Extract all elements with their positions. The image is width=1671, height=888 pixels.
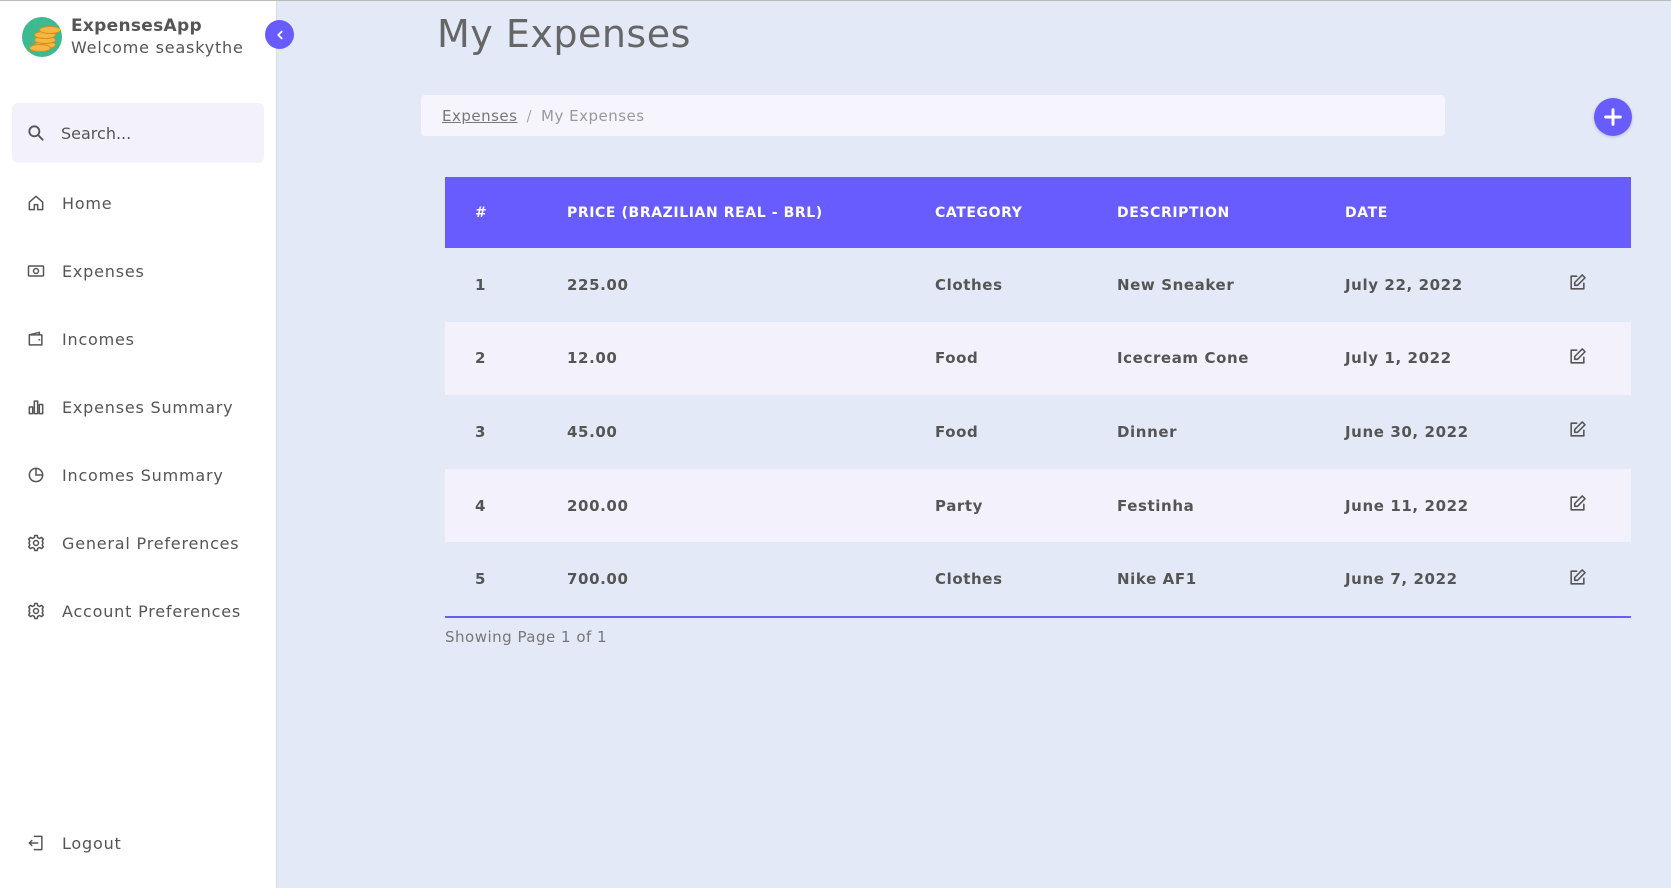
cell-category: Clothes (935, 275, 1003, 294)
cell-actions (1545, 248, 1631, 322)
breadcrumb-current: My Expenses (541, 106, 645, 125)
app-logo-icon (22, 17, 62, 57)
cell-description: Icecream Cone (1117, 349, 1250, 368)
cell-category: Food (935, 422, 979, 441)
expenses-table: # PRICE (BRAZILIAN REAL - BRL) CATEGORY … (445, 177, 1631, 618)
search-box[interactable] (12, 103, 264, 163)
cell-description: Nike AF1 (1117, 570, 1197, 589)
sidebar-item-expenses-summary[interactable]: Expenses Summary (26, 392, 233, 422)
header-price: PRICE (BRAZILIAN REAL - BRL) (567, 204, 823, 221)
cell-number: 5 (475, 570, 487, 589)
sidebar-item-label: Expenses Summary (62, 397, 234, 417)
bar-chart-icon (28, 400, 44, 415)
cell-price: 700.00 (567, 570, 629, 589)
sidebar-toggle-button[interactable] (265, 20, 294, 49)
page-title: My Expenses (437, 12, 691, 56)
plus-icon (1604, 108, 1622, 126)
gear-icon (27, 534, 45, 552)
app-name: ExpensesApp (71, 16, 202, 36)
gear-icon (27, 602, 45, 620)
brand-text: ExpensesApp Welcome seaskythe (71, 15, 244, 59)
cell-price: 45.00 (567, 422, 618, 441)
sidebar-item-label: Incomes Summary (62, 465, 224, 485)
chevron-left-icon (276, 30, 283, 39)
header-category: CATEGORY (935, 204, 1023, 221)
sidebar-item-general-preferences[interactable]: General Preferences (26, 528, 239, 558)
cell-number: 4 (475, 496, 487, 515)
table-header-row: # PRICE (BRAZILIAN REAL - BRL) CATEGORY … (445, 177, 1631, 248)
home-icon (28, 195, 44, 211)
cell-date: June 11, 2022 (1345, 496, 1469, 515)
cell-date: July 1, 2022 (1345, 349, 1452, 368)
edit-icon[interactable] (1568, 420, 1587, 439)
sidebar-item-incomes-summary[interactable]: Incomes Summary (26, 460, 224, 490)
table-row: 4 200.00 Party Festinha June 11, 2022 (445, 468, 1631, 543)
sidebar-item-account-preferences[interactable]: Account Preferences (26, 596, 241, 626)
edit-icon[interactable] (1568, 347, 1587, 366)
table-row: 1 225.00 Clothes New Sneaker July 22, 20… (445, 248, 1631, 322)
search-input[interactable] (61, 123, 231, 143)
cell-category: Clothes (935, 570, 1003, 589)
add-expense-button[interactable] (1594, 98, 1632, 136)
sidebar-item-label: General Preferences (62, 533, 240, 553)
cell-actions (1545, 322, 1631, 396)
cell-actions (1545, 542, 1631, 616)
header-number: # (475, 204, 488, 221)
cell-price: 200.00 (567, 496, 629, 515)
cell-number: 2 (475, 349, 487, 368)
pie-chart-icon (28, 467, 44, 483)
sidebar-item-label: Expenses (62, 261, 145, 281)
logout-icon (28, 835, 43, 851)
logout-label: Logout (62, 833, 122, 853)
edit-icon[interactable] (1568, 568, 1587, 587)
sidebar-item-label: Home (62, 193, 113, 213)
table-row: 2 12.00 Food Icecream Cone July 1, 2022 (445, 321, 1631, 396)
cell-description: New Sneaker (1117, 275, 1235, 294)
cell-date: July 22, 2022 (1345, 275, 1463, 294)
sidebar-item-home[interactable]: Home (26, 188, 112, 218)
edit-icon[interactable] (1568, 494, 1587, 513)
cell-price: 12.00 (567, 349, 618, 368)
header-date: DATE (1345, 204, 1388, 221)
cell-number: 3 (475, 422, 487, 441)
table-row: 3 45.00 Food Dinner June 30, 2022 (445, 395, 1631, 469)
welcome-text: Welcome seaskythe (71, 38, 244, 57)
wallet-icon (28, 331, 43, 346)
cell-actions (1545, 395, 1631, 469)
sidebar-item-label: Incomes (62, 329, 135, 349)
cell-number: 1 (475, 275, 487, 294)
sidebar-item-expenses[interactable]: Expenses (26, 256, 145, 286)
breadcrumb-link-expenses[interactable]: Expenses (442, 107, 517, 125)
sidebar: ExpensesApp Welcome seaskythe Home Expen… (0, 1, 277, 888)
header-actions (1545, 177, 1631, 248)
cell-category: Food (935, 349, 979, 368)
breadcrumb: Expenses / My Expenses (421, 95, 1445, 136)
sidebar-item-incomes[interactable]: Incomes (26, 324, 135, 354)
sidebar-item-label: Account Preferences (62, 601, 241, 621)
cell-category: Party (935, 496, 984, 515)
cell-date: June 7, 2022 (1345, 570, 1458, 589)
logout-button[interactable]: Logout (26, 828, 122, 858)
cell-description: Dinner (1117, 422, 1178, 441)
breadcrumb-separator: / (526, 106, 533, 125)
money-icon (27, 265, 45, 277)
table-row: 5 700.00 Clothes Nike AF1 June 7, 2022 (445, 542, 1631, 616)
cell-date: June 30, 2022 (1345, 422, 1469, 441)
cell-actions (1545, 469, 1631, 543)
header-description: DESCRIPTION (1117, 204, 1230, 221)
brand: ExpensesApp Welcome seaskythe (22, 15, 244, 59)
search-icon (28, 125, 44, 141)
pagination-text: Showing Page 1 of 1 (445, 628, 608, 646)
cell-description: Festinha (1117, 496, 1195, 515)
cell-price: 225.00 (567, 275, 629, 294)
edit-icon[interactable] (1568, 273, 1587, 292)
